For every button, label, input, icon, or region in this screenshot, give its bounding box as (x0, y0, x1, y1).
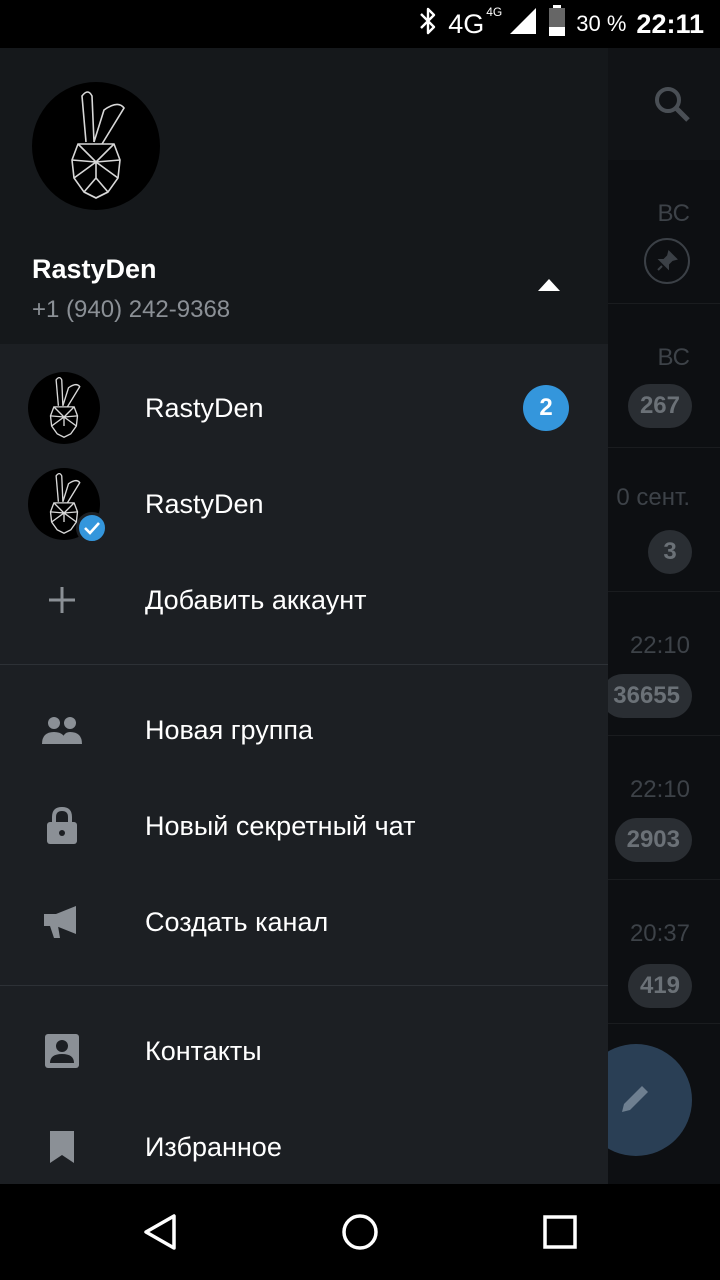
network-type: 4G 4G (448, 4, 503, 39)
recents-icon[interactable] (536, 1208, 584, 1256)
menu-item-new-group[interactable]: Новая группа (0, 682, 608, 778)
chevron-up-icon[interactable] (538, 278, 560, 291)
battery-icon (548, 4, 566, 44)
add-account-button[interactable]: Добавить аккаунт (0, 552, 608, 648)
chat-time: 20:37 (629, 920, 690, 947)
navigation-drawer: RastyDen +1 (940) 242-9368 RastyDen 2 Ra… (0, 48, 608, 1184)
chat-time: 22:10 (629, 776, 690, 803)
account-name: RastyDen (145, 392, 264, 423)
chat-time: 22:10 (629, 632, 690, 659)
checkmark-icon (76, 512, 108, 544)
user-name: RastyDen (32, 254, 157, 284)
account-item[interactable]: RastyDen 2 (0, 360, 608, 456)
menu-item-secret-chat[interactable]: Новый секретный чат (0, 778, 608, 874)
chat-time: ВС (657, 344, 690, 371)
divider (0, 985, 608, 986)
unread-count: 36655 (601, 674, 692, 718)
drawer-header: RastyDen +1 (940) 242-9368 (0, 48, 608, 344)
unread-count: 2903 (614, 818, 692, 862)
group-icon (40, 708, 84, 752)
avatar[interactable] (32, 82, 160, 210)
menu-label: Новая группа (145, 714, 314, 745)
account-name: RastyDen (145, 488, 264, 519)
battery-percent: 30 % (576, 11, 627, 36)
plus-icon (40, 578, 84, 622)
rabbit-logo-icon (49, 376, 81, 439)
contact-icon (40, 1029, 84, 1073)
divider (0, 664, 608, 665)
status-bar: 4G 4G 30 % 22:11 (0, 0, 720, 48)
avatar (28, 372, 100, 444)
menu-label: Контакты (145, 1035, 262, 1066)
menu-label: Новый секретный чат (145, 810, 416, 841)
system-navigation-bar (0, 1184, 720, 1280)
unread-count: 419 (627, 964, 692, 1008)
pin-icon (644, 238, 690, 284)
menu-item-saved[interactable]: Избранное (0, 1099, 608, 1184)
bluetooth-icon (418, 6, 438, 43)
menu-label: Избранное (145, 1131, 282, 1162)
chat-time: 0 сент. (616, 484, 690, 511)
back-icon[interactable] (136, 1208, 184, 1256)
home-icon[interactable] (336, 1208, 384, 1256)
bookmark-icon (40, 1125, 84, 1169)
unread-badge: 2 (523, 385, 569, 431)
add-account-label: Добавить аккаунт (145, 584, 367, 615)
menu-item-contacts[interactable]: Контакты (0, 1003, 608, 1099)
user-phone: +1 (940) 242-9368 (32, 296, 231, 323)
pencil-icon (616, 1078, 656, 1123)
clock: 22:11 (636, 8, 704, 39)
search-icon[interactable] (652, 84, 692, 124)
unread-count: 3 (648, 530, 692, 574)
rabbit-logo-icon (71, 91, 125, 199)
unread-count: 267 (627, 384, 692, 428)
chat-time: ВС (657, 200, 690, 227)
menu-item-create-channel[interactable]: Создать канал (0, 874, 608, 970)
account-item[interactable]: RastyDen (0, 456, 608, 552)
lock-icon (40, 804, 84, 848)
menu-label: Создать канал (145, 906, 329, 937)
signal-icon (508, 6, 538, 43)
megaphone-icon (40, 900, 84, 944)
